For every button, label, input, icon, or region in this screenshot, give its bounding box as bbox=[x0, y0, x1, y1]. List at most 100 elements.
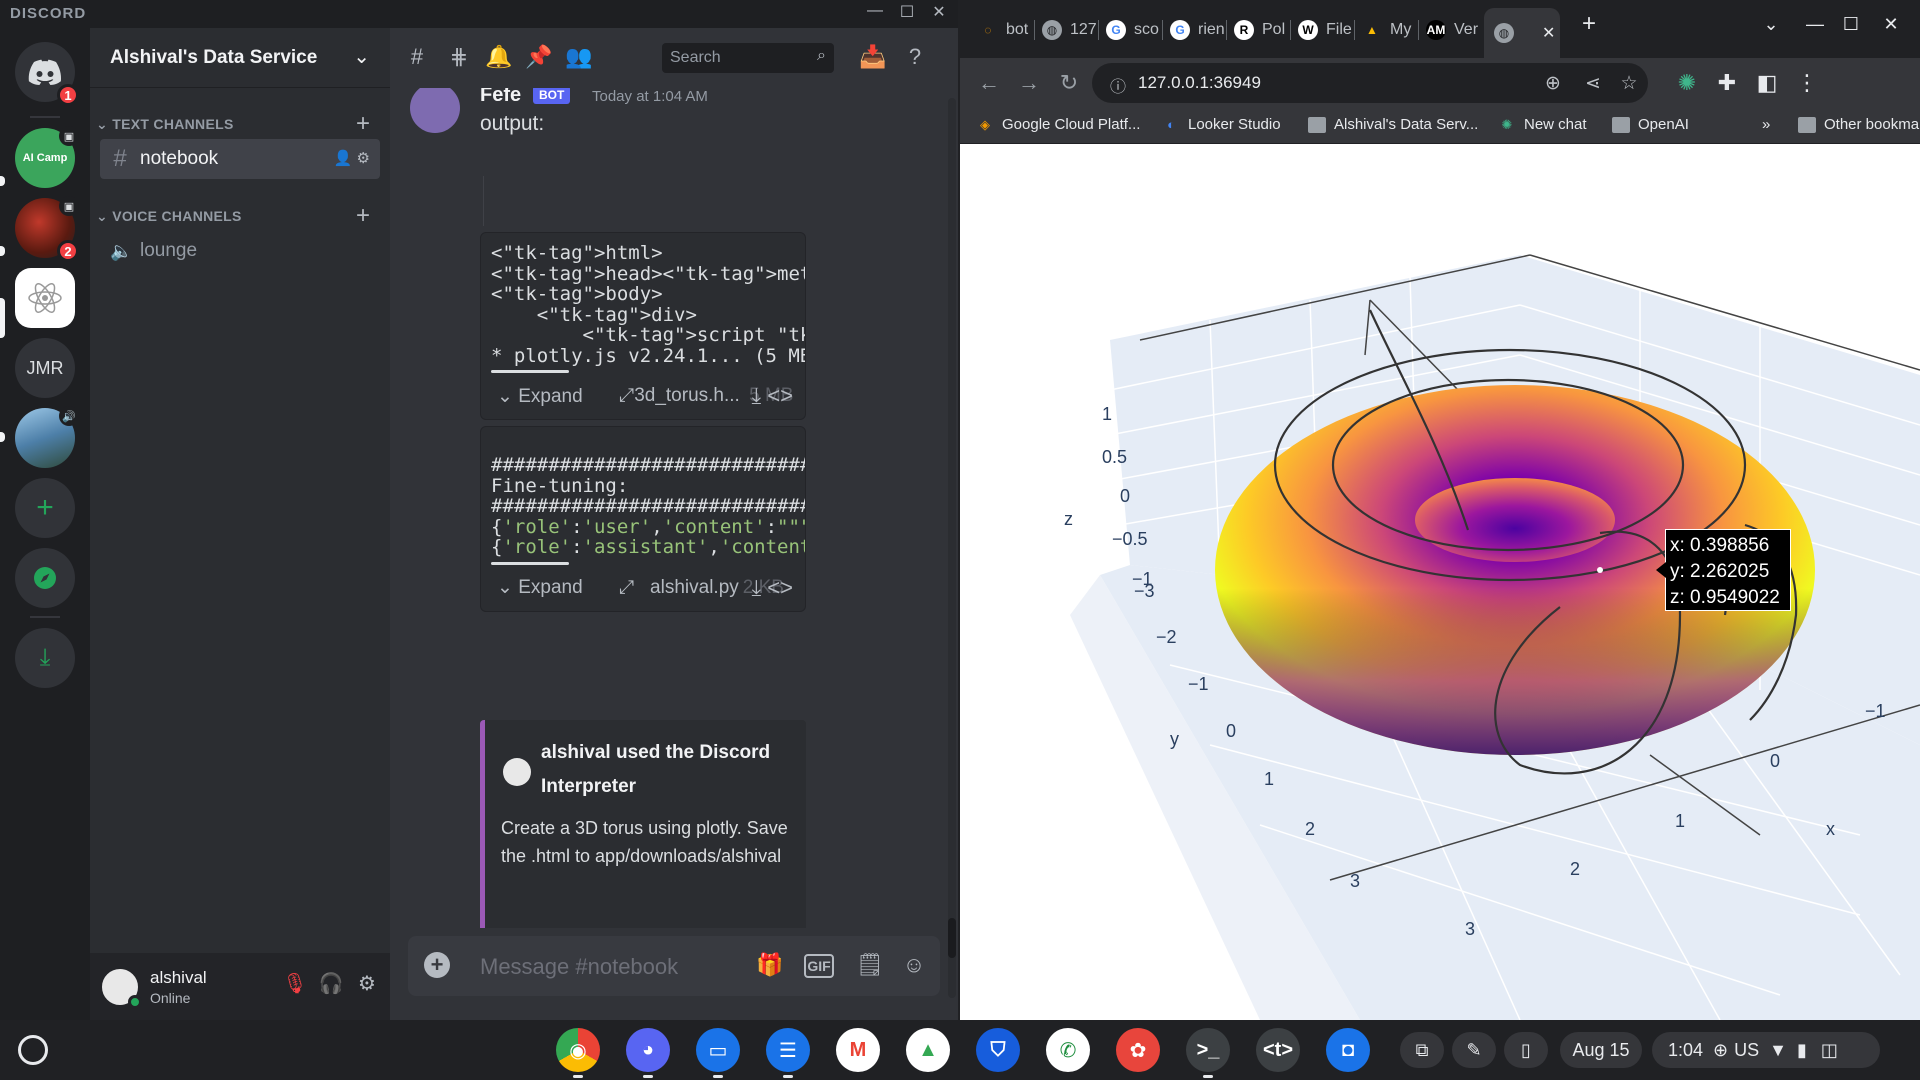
browser-tab[interactable]: ◍ ✕ bbox=[1484, 8, 1560, 58]
member-list-icon[interactable]: 👥 bbox=[564, 44, 594, 70]
phone-hub-icon[interactable]: ▯ bbox=[1504, 1032, 1548, 1068]
site-info-icon[interactable]: ⓘ bbox=[1110, 73, 1126, 97]
add-attachment-button[interactable]: + bbox=[424, 952, 450, 978]
browser-tab[interactable]: ▲ My bbox=[1356, 12, 1418, 48]
openai-extension-icon[interactable]: ✺ bbox=[1672, 70, 1702, 96]
minimize-button[interactable]: — bbox=[1800, 14, 1830, 35]
download-icon[interactable]: ⤓ bbox=[751, 383, 761, 408]
server-alshival-data-service[interactable] bbox=[15, 268, 75, 328]
browser-tab[interactable]: R Pol bbox=[1228, 12, 1290, 48]
sticker-icon[interactable]: 🗒 bbox=[854, 952, 886, 978]
bookmarks-overflow[interactable]: » bbox=[1762, 116, 1770, 133]
overview-icon[interactable]: ◫ bbox=[1821, 1040, 1838, 1061]
virtual-desks-icon[interactable]: ⧉ bbox=[1400, 1032, 1444, 1068]
threads-icon[interactable]: # bbox=[402, 44, 432, 70]
browser-tab[interactable]: ◍ 127 bbox=[1036, 12, 1098, 48]
status-tray[interactable]: 1:04 ⊕ US ▼ ▮ ◫ bbox=[1652, 1032, 1880, 1068]
browser-tab[interactable]: Grien bbox=[1164, 12, 1226, 48]
chrome-app-icon[interactable]: ◉ bbox=[556, 1028, 600, 1078]
discord-home-button[interactable]: 1 bbox=[15, 42, 79, 106]
browser-tab[interactable]: W File bbox=[1292, 12, 1354, 48]
dev-tools-app-icon[interactable]: <t> bbox=[1256, 1028, 1300, 1072]
user-settings-icon[interactable]: ⚙ bbox=[352, 971, 382, 996]
server-2[interactable]: ▣ 2 bbox=[15, 196, 79, 262]
download-icon[interactable]: ⤓ bbox=[751, 575, 761, 600]
gear-icon[interactable]: ⚙ bbox=[357, 150, 370, 167]
code-icon[interactable]: <> bbox=[767, 575, 793, 600]
server-jmr[interactable]: JMR bbox=[15, 338, 75, 398]
expand-button[interactable]: ⌄ Expand bbox=[497, 385, 583, 408]
maximize-button[interactable]: ☐ bbox=[892, 2, 922, 22]
gif-icon[interactable]: GIF bbox=[804, 954, 834, 978]
bookmark-item[interactable]: ✺ New chat bbox=[1498, 116, 1587, 133]
files-app-icon[interactable]: ▭ bbox=[696, 1028, 740, 1078]
star-icon[interactable]: ☆ bbox=[1614, 72, 1644, 95]
code-icon[interactable]: <> bbox=[767, 383, 793, 408]
create-channel-button[interactable]: + bbox=[356, 110, 370, 138]
bookmark-item[interactable]: ◈ Google Cloud Platf... bbox=[976, 116, 1140, 133]
close-window-button[interactable]: ✕ bbox=[1876, 14, 1906, 35]
message-composer[interactable]: + Message #notebook 🎁 GIF 🗒 ☺ bbox=[408, 936, 940, 996]
help-icon[interactable]: ? bbox=[900, 44, 930, 70]
create-channel-button[interactable]: + bbox=[356, 202, 370, 230]
channel-lounge[interactable]: 🔈 lounge bbox=[100, 231, 380, 271]
bookmark-item[interactable]: OpenAI bbox=[1612, 116, 1689, 133]
new-tab-button[interactable]: + bbox=[1574, 10, 1604, 38]
scrollbar-thumb[interactable] bbox=[948, 918, 956, 958]
maximize-button[interactable]: ☐ bbox=[1836, 14, 1866, 35]
menu-icon[interactable]: ⋮ bbox=[1792, 70, 1822, 96]
zoom-icon[interactable]: ⊕ bbox=[1538, 72, 1568, 95]
pin-icon[interactable]: 📌 bbox=[524, 44, 554, 70]
avatar[interactable] bbox=[410, 88, 460, 133]
messages-app-icon[interactable]: ☰ bbox=[766, 1028, 810, 1078]
phone-app-icon[interactable]: ✆ bbox=[1046, 1028, 1090, 1072]
channel-notebook[interactable]: # notebook 👤 ⚙ bbox=[100, 139, 380, 179]
side-panel-icon[interactable]: ◧ bbox=[1752, 70, 1782, 96]
camera-app-icon[interactable]: ◘ bbox=[1326, 1028, 1370, 1072]
gift-icon[interactable]: 🎁 bbox=[754, 952, 786, 978]
category-text-channels[interactable]: ⌄ TEXT CHANNELS + bbox=[96, 110, 370, 137]
bookmark-item[interactable]: ◐ Looker Studio bbox=[1162, 116, 1281, 133]
channel-threads-icon[interactable]: ⋕ bbox=[444, 44, 474, 70]
headphones-icon[interactable]: 🎧 bbox=[316, 971, 346, 996]
paint-app-icon[interactable]: ✿ bbox=[1116, 1028, 1160, 1072]
server-header[interactable]: Alshival's Data Service ⌄ bbox=[90, 28, 390, 88]
gmail-app-icon[interactable]: M bbox=[836, 1028, 880, 1072]
other-bookmarks[interactable]: Other bookmarks bbox=[1798, 116, 1920, 133]
reload-icon[interactable]: ↻ bbox=[1054, 70, 1084, 96]
plotly-3d-plot[interactable]: 1 0.5 0 −0.5 −1 z −3 −2 −1 0 1 2 3 y 3 2 1 0 −1 x x: 0.3988… bbox=[960, 145, 1920, 1020]
forward-icon[interactable]: → bbox=[1014, 70, 1044, 96]
add-server-button[interactable]: + bbox=[15, 478, 75, 538]
message-author[interactable]: Fefe bbox=[480, 88, 521, 107]
explore-servers-button[interactable] bbox=[15, 548, 75, 608]
bitwarden-app-icon[interactable]: ⛉ bbox=[976, 1028, 1020, 1072]
terminal-app-icon[interactable]: >_ bbox=[1186, 1028, 1230, 1078]
server-6[interactable]: 🔊 bbox=[15, 406, 79, 468]
back-icon[interactable]: ← bbox=[974, 70, 1004, 96]
search-input[interactable]: Search ⌕ bbox=[662, 43, 834, 73]
close-button[interactable]: ✕ bbox=[924, 2, 954, 22]
bookmark-item[interactable]: Alshival's Data Serv... bbox=[1308, 116, 1478, 133]
server-ai-camp[interactable]: AI Camp ▣ bbox=[15, 126, 79, 188]
extensions-icon[interactable]: ✚ bbox=[1712, 70, 1742, 96]
close-tab-icon[interactable]: ✕ bbox=[1542, 23, 1555, 43]
download-apps-button[interactable]: ⤓ bbox=[15, 628, 75, 688]
emoji-icon[interactable]: ☺ bbox=[898, 952, 930, 978]
scrollbar[interactable] bbox=[948, 98, 956, 998]
date-tray[interactable]: Aug 15 bbox=[1560, 1032, 1642, 1068]
expand-button[interactable]: ⌄ Expand bbox=[497, 576, 583, 599]
drive-app-icon[interactable]: ▲ bbox=[906, 1028, 950, 1072]
bell-icon[interactable]: 🔔 bbox=[484, 44, 514, 70]
mute-mic-icon[interactable]: 🎙 bbox=[280, 971, 310, 996]
inbox-icon[interactable]: 📥 bbox=[858, 44, 888, 70]
tab-search-button[interactable]: ⌄ bbox=[1756, 14, 1786, 35]
category-voice-channels[interactable]: ⌄ VOICE CHANNELS + bbox=[96, 202, 370, 229]
invite-icon[interactable]: 👤 bbox=[334, 150, 353, 167]
minimize-button[interactable]: — bbox=[860, 2, 890, 20]
pen-icon[interactable]: ✎ bbox=[1452, 1032, 1496, 1068]
browser-tab[interactable]: AM Ver bbox=[1420, 12, 1482, 48]
launcher-button[interactable] bbox=[18, 1035, 48, 1065]
share-icon[interactable]: ⋖ bbox=[1578, 72, 1608, 95]
address-bar[interactable]: ⓘ 127.0.0.1:36949 ⊕ ⋖ ☆ bbox=[1092, 63, 1648, 103]
browser-tab[interactable]: Gsco bbox=[1100, 12, 1162, 48]
